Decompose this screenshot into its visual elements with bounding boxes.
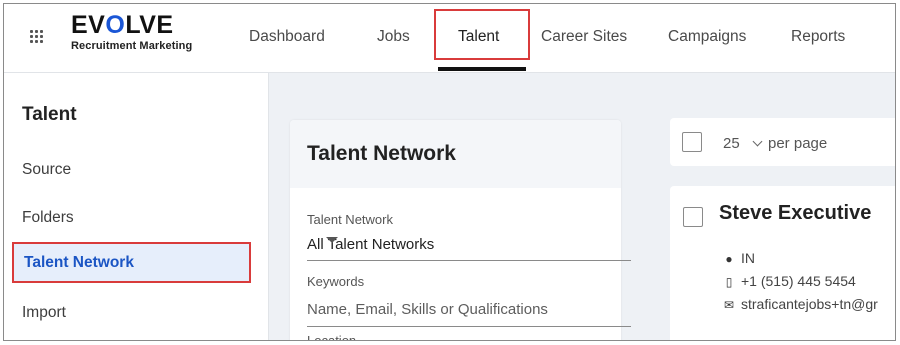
candidate-card: Steve Executive ● IN ▯ +1 (515) 445 5454 ✉… bbox=[670, 186, 895, 340]
keywords-underline bbox=[307, 326, 631, 327]
keywords-input[interactable]: Name, Email, Skills or Qualifications bbox=[307, 301, 548, 318]
candidate-phone: ▯ +1 (515) 445 5454 bbox=[722, 273, 856, 289]
candidate-location-text: IN bbox=[741, 250, 755, 266]
talent-network-select-label: Talent Network bbox=[307, 212, 393, 227]
nav-talent[interactable]: Talent bbox=[458, 27, 499, 47]
sidebar: Talent Source Folders Talent Network Imp… bbox=[4, 73, 269, 340]
location-label: Location bbox=[307, 333, 357, 341]
candidate-phone-text: +1 (515) 445 5454 bbox=[741, 273, 856, 289]
chevron-down-icon[interactable] bbox=[326, 237, 338, 243]
app-window: EVOLVE Recruitment Marketing Dashboard J… bbox=[3, 3, 896, 341]
logo-wordmark: EVOLVE bbox=[71, 11, 174, 39]
mail-icon: ✉ bbox=[723, 298, 735, 312]
per-page-label: per page bbox=[768, 135, 828, 152]
candidate-name[interactable]: Steve Executive bbox=[719, 202, 871, 225]
nav-career-sites[interactable]: Career Sites bbox=[541, 27, 627, 47]
candidate-location: ● IN bbox=[722, 250, 755, 266]
filter-panel-title: Talent Network bbox=[307, 142, 456, 165]
per-page-value[interactable]: 25 bbox=[723, 135, 740, 152]
candidate-checkbox[interactable] bbox=[683, 207, 703, 227]
results-toolbar: 25 per page bbox=[670, 118, 895, 166]
map-pin-icon: ● bbox=[725, 252, 733, 266]
app-grid-icon[interactable] bbox=[30, 30, 44, 44]
chevron-down-icon[interactable] bbox=[752, 136, 763, 147]
nav-campaigns[interactable]: Campaigns bbox=[668, 27, 746, 47]
sidebar-item-talent-network[interactable]: Talent Network bbox=[12, 242, 251, 283]
nav-reports[interactable]: Reports bbox=[791, 27, 845, 47]
candidate-email-text[interactable]: straficantejobs+tn@gr bbox=[741, 296, 878, 312]
top-nav-bar: EVOLVE Recruitment Marketing Dashboard J… bbox=[4, 4, 895, 73]
nav-active-indicator bbox=[438, 67, 526, 71]
select-all-checkbox[interactable] bbox=[682, 132, 702, 152]
filter-panel-header: Talent Network bbox=[290, 120, 621, 188]
logo-tagline: Recruitment Marketing bbox=[71, 40, 193, 52]
sidebar-item-import[interactable]: Import bbox=[22, 304, 66, 322]
select-underline bbox=[307, 260, 631, 261]
keywords-label: Keywords bbox=[307, 274, 365, 289]
sidebar-item-label: Talent Network bbox=[24, 254, 134, 271]
nav-dashboard[interactable]: Dashboard bbox=[249, 27, 325, 47]
sidebar-title: Talent bbox=[22, 104, 77, 125]
sidebar-item-source[interactable]: Source bbox=[22, 161, 71, 179]
evolve-logo[interactable]: EVOLVE Recruitment Marketing bbox=[71, 11, 193, 53]
nav-jobs[interactable]: Jobs bbox=[377, 27, 410, 47]
candidate-email: ✉ straficantejobs+tn@gr bbox=[722, 296, 878, 312]
phone-icon: ▯ bbox=[725, 275, 733, 289]
sidebar-item-folders[interactable]: Folders bbox=[22, 209, 74, 227]
